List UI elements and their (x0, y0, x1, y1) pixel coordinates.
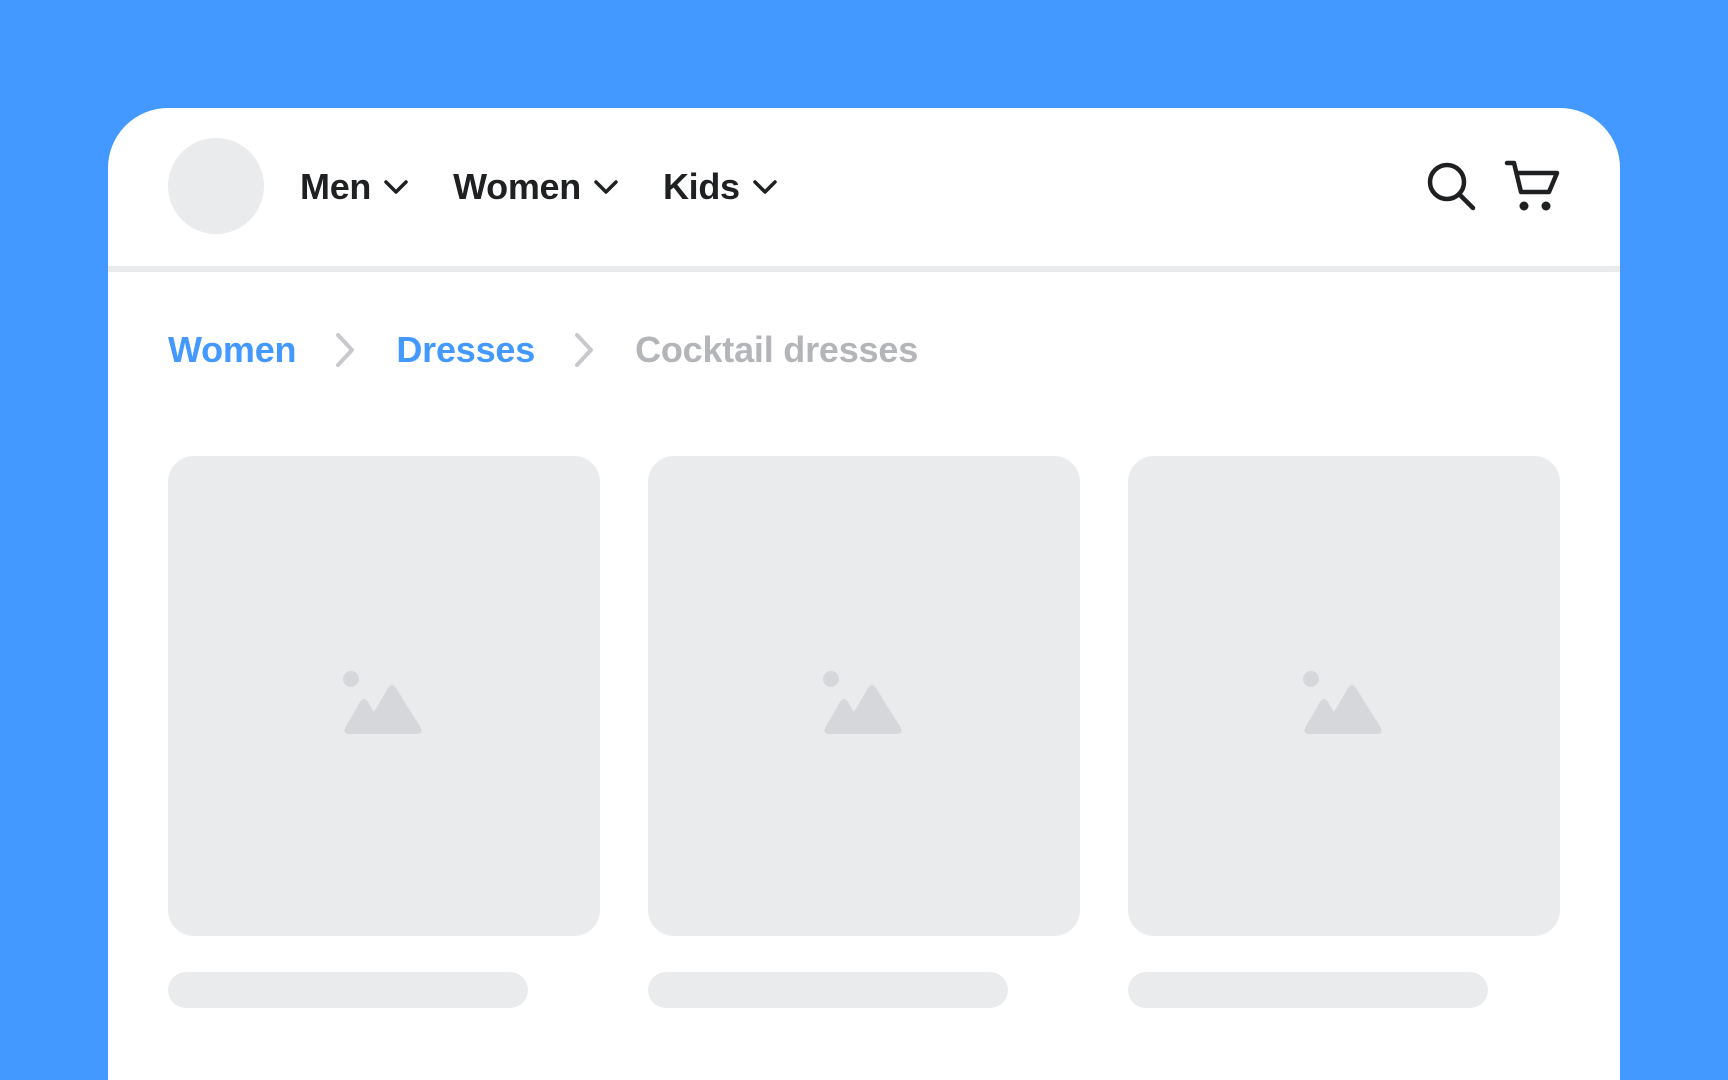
chevron-down-icon (384, 180, 408, 194)
product-image-placeholder[interactable] (1128, 456, 1560, 936)
image-placeholder-icon (1303, 671, 1382, 734)
product-title-placeholder (648, 972, 1008, 1008)
cart-icon[interactable] (1504, 159, 1560, 215)
nav-item-kids[interactable]: Kids (663, 166, 778, 208)
nav-item-men[interactable]: Men (300, 166, 409, 208)
breadcrumb-item-current: Cocktail dresses (635, 329, 919, 370)
product-title-placeholder (1128, 972, 1488, 1008)
search-icon[interactable] (1426, 161, 1478, 213)
breadcrumb: Women Dresses Cocktail dresses (168, 320, 918, 380)
top-navbar: Men Women Kids (108, 108, 1620, 272)
product-card[interactable] (648, 456, 1080, 1008)
chevron-right-icon (336, 333, 355, 367)
nav-item-label: Women (453, 166, 581, 207)
product-image-placeholder[interactable] (168, 456, 600, 936)
image-placeholder-icon (343, 671, 422, 734)
product-grid (168, 456, 1560, 1008)
chevron-down-icon (753, 180, 777, 194)
nav-actions (1426, 108, 1560, 266)
breadcrumb-item-women[interactable]: Women (168, 329, 297, 371)
product-title-placeholder (168, 972, 528, 1008)
nav-item-label: Men (300, 166, 372, 207)
browser-window: Men Women Kids Women Dresses Cocktail dr… (108, 108, 1620, 1080)
logo-placeholder[interactable] (168, 138, 264, 234)
product-card[interactable] (168, 456, 600, 1008)
product-image-placeholder[interactable] (648, 456, 1080, 936)
chevron-right-icon (575, 333, 594, 367)
product-card[interactable] (1128, 456, 1560, 1008)
main-nav: Men Women Kids (300, 108, 822, 266)
nav-item-label: Kids (662, 166, 740, 207)
chevron-down-icon (594, 180, 618, 194)
image-placeholder-icon (823, 671, 902, 734)
nav-item-women[interactable]: Women (453, 166, 619, 208)
breadcrumb-item-dresses[interactable]: Dresses (396, 329, 535, 371)
